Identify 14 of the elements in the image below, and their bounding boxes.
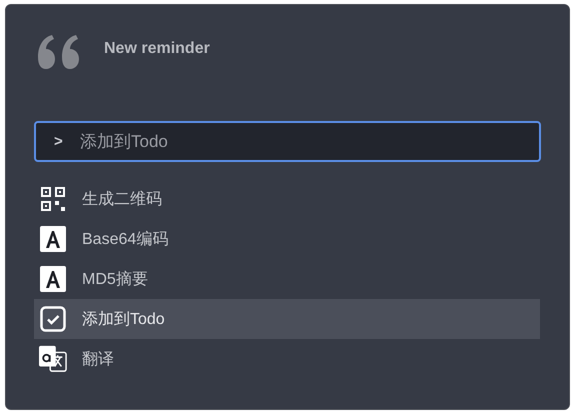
field-value: 添加到Todo	[80, 131, 169, 153]
letter-a-icon	[39, 226, 67, 252]
reminder-title: New reminder	[104, 40, 210, 58]
command-item[interactable]: MD5摘要	[34, 259, 540, 299]
translate-icon	[39, 345, 67, 373]
checkbox-icon	[39, 306, 67, 332]
command-item[interactable]: 生成二维码	[34, 179, 540, 219]
command-item[interactable]: 添加到Todo	[34, 299, 540, 339]
command-item[interactable]: 翻译	[34, 339, 540, 379]
qr-code-icon	[39, 186, 67, 212]
letter-a-icon	[39, 266, 67, 292]
prompt-icon: >	[54, 133, 80, 150]
command-field[interactable]: > 添加到Todo	[34, 121, 541, 162]
command-item[interactable]: Base64编码	[34, 219, 540, 259]
